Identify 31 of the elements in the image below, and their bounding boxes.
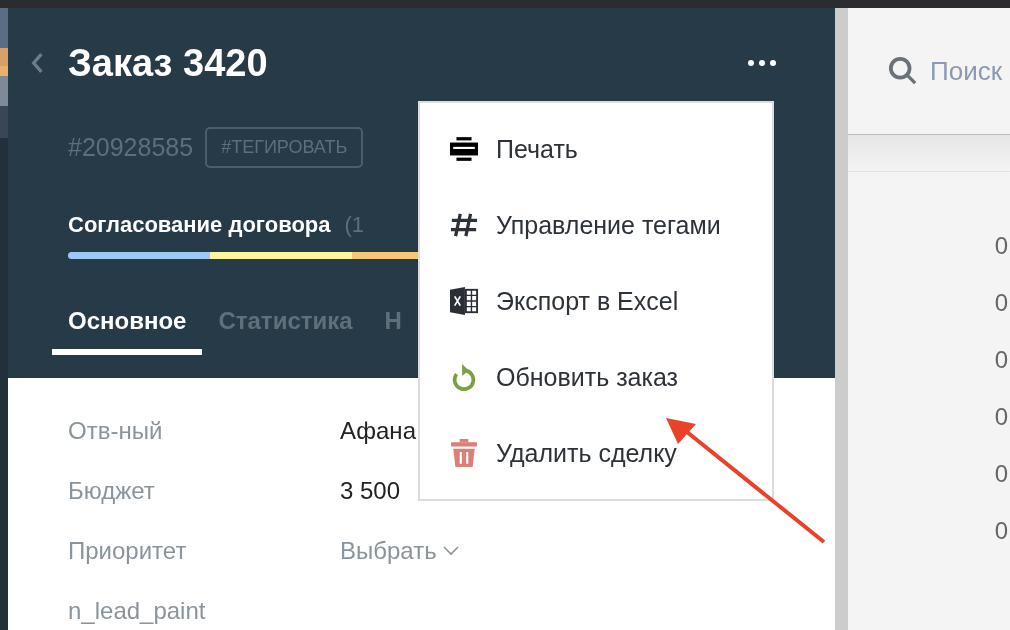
more-icon[interactable]: [747, 59, 777, 67]
field-label: Приоритет: [68, 537, 188, 565]
hash-icon: [450, 211, 478, 239]
list-value: 0: [994, 232, 1008, 260]
refresh-icon: [450, 363, 478, 391]
list-value: 0: [994, 346, 1008, 374]
printer-icon: [450, 135, 478, 163]
list-value: 0: [994, 517, 1008, 545]
back-icon[interactable]: [30, 52, 44, 74]
spreadsheet-icon: [450, 287, 478, 315]
field-value: 3 500: [340, 477, 401, 505]
field-label: Отв-ный: [68, 417, 164, 445]
list-value: 0: [994, 289, 1008, 317]
menu-item[interactable]: Печать: [420, 117, 772, 181]
field-label: n_lead_paint: [68, 597, 207, 625]
stage-name: Согласование договора: [68, 212, 331, 238]
menu-item[interactable]: Обновить заказ: [420, 345, 772, 409]
tab[interactable]: Основное: [52, 297, 203, 355]
field-label: Бюджет: [68, 477, 156, 505]
trash-icon: [450, 439, 478, 467]
list-value: 0: [994, 460, 1008, 488]
menu-item[interactable]: Управление тегами: [420, 193, 772, 257]
search-icon: [888, 56, 918, 86]
scrollbar[interactable]: [835, 8, 848, 630]
menu-item[interactable]: Удалить сделку: [420, 421, 772, 485]
chevron-down-icon: [442, 546, 459, 556]
menu-item[interactable]: Экспорт в Excel: [420, 269, 772, 333]
deal-title: Заказ 3420: [68, 41, 268, 85]
list-value: 0: [994, 403, 1008, 431]
field-value: Афана: [340, 417, 416, 445]
search-field[interactable]: Поиск: [930, 55, 1010, 87]
